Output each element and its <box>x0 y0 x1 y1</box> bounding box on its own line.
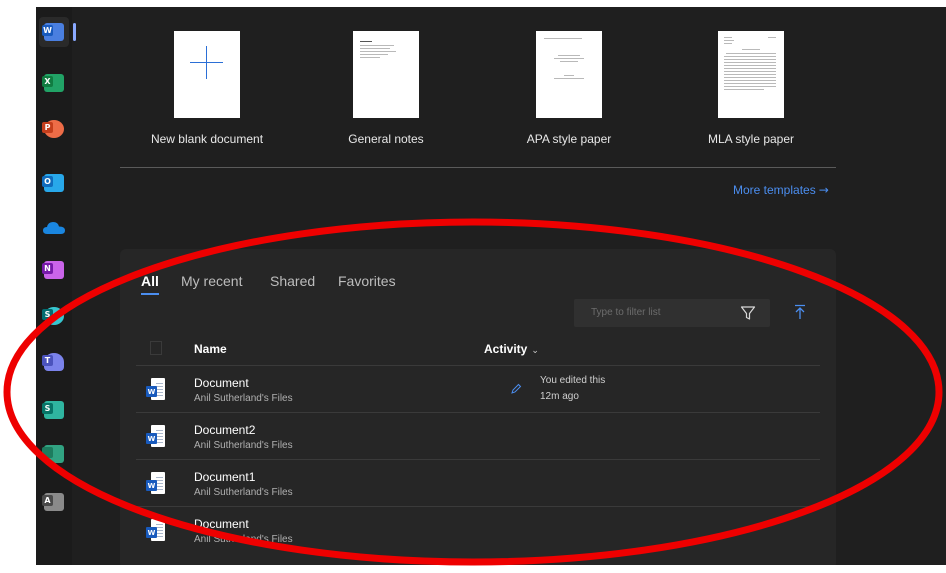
rail-active-indicator <box>73 23 76 41</box>
activity-column-header[interactable]: Activity ⌄ <box>484 342 539 356</box>
template-label: APA style paper <box>526 132 612 146</box>
file-row[interactable]: W Document1 Anil Sutherland's Files <box>136 459 820 506</box>
word-file-icon: W <box>146 472 168 496</box>
name-column-header[interactable]: Name <box>194 342 227 356</box>
upload-icon[interactable] <box>794 304 806 320</box>
template-new-blank-document[interactable]: New blank document <box>142 31 272 146</box>
more-templates-link[interactable]: More templates → <box>733 183 829 197</box>
template-apa-style-paper[interactable]: APA style paper <box>504 31 634 146</box>
template-general-notes[interactable]: General notes <box>321 31 451 146</box>
file-row[interactable]: W Document Anil Sutherland's Files <box>136 506 820 553</box>
file-name[interactable]: Document2 <box>194 423 255 437</box>
template-mla-style-paper[interactable]: MLA style paper <box>686 31 816 146</box>
file-location: Anil Sutherland's Files <box>194 534 293 545</box>
sway-app-icon[interactable]: S <box>39 395 69 425</box>
activity-text: You edited this <box>540 375 606 386</box>
templates-divider <box>120 167 836 168</box>
sharepoint-app-icon[interactable]: S <box>39 301 69 331</box>
filter-placeholder: Type to filter list <box>591 307 661 318</box>
activity-time: 12m ago <box>540 391 579 402</box>
file-name[interactable]: Document <box>194 376 249 390</box>
tab-favorites[interactable]: Favorites <box>338 273 396 289</box>
word-start-page: W X P O N S T S A New blank document Gen… <box>36 7 946 565</box>
file-row[interactable]: W Document Anil Sutherland's Files You e… <box>136 365 820 412</box>
template-label: General notes <box>348 132 424 146</box>
tab-shared[interactable]: Shared <box>270 273 315 289</box>
word-app-icon[interactable]: W <box>39 17 69 47</box>
tab-all[interactable]: All <box>141 273 159 289</box>
powerpoint-app-icon[interactable]: P <box>39 114 69 144</box>
file-location: Anil Sutherland's Files <box>194 487 293 498</box>
template-label: MLA style paper <box>707 132 795 146</box>
arrow-right-icon: → <box>818 183 829 197</box>
admin-app-icon[interactable]: A <box>39 487 69 517</box>
outlook-app-icon[interactable]: O <box>39 168 69 198</box>
tab-my-recent[interactable]: My recent <box>181 273 242 289</box>
planner-app-icon[interactable] <box>39 439 69 469</box>
mla-paper-thumbnail[interactable] <box>718 31 784 118</box>
file-type-column-icon <box>150 341 162 355</box>
file-location: Anil Sutherland's Files <box>194 393 293 404</box>
filter-icon[interactable] <box>740 305 756 321</box>
chevron-down-icon: ⌄ <box>531 346 539 356</box>
files-panel: All My recent Shared Favorites Type to f… <box>120 249 836 565</box>
apa-paper-thumbnail[interactable] <box>536 31 602 118</box>
onedrive-app-icon[interactable] <box>39 213 69 243</box>
general-notes-thumbnail[interactable] <box>353 31 419 118</box>
word-file-icon: W <box>146 425 168 449</box>
teams-app-icon[interactable]: T <box>39 347 69 377</box>
file-row[interactable]: W Document2 Anil Sutherland's Files <box>136 412 820 459</box>
plus-icon <box>174 31 240 118</box>
pencil-icon <box>511 383 522 394</box>
file-location: Anil Sutherland's Files <box>194 440 293 451</box>
excel-app-icon[interactable]: X <box>39 68 69 98</box>
active-tab-indicator <box>141 293 159 295</box>
word-file-icon: W <box>146 519 168 543</box>
file-name[interactable]: Document1 <box>194 470 255 484</box>
blank-document-thumbnail[interactable] <box>174 31 240 118</box>
file-name[interactable]: Document <box>194 517 249 531</box>
app-launcher-rail: W X P O N S T S A <box>36 7 72 565</box>
template-label: New blank document <box>150 132 264 146</box>
filter-list-input[interactable]: Type to filter list <box>574 299 770 327</box>
word-file-icon: W <box>146 378 168 402</box>
onenote-app-icon[interactable]: N <box>39 255 69 285</box>
